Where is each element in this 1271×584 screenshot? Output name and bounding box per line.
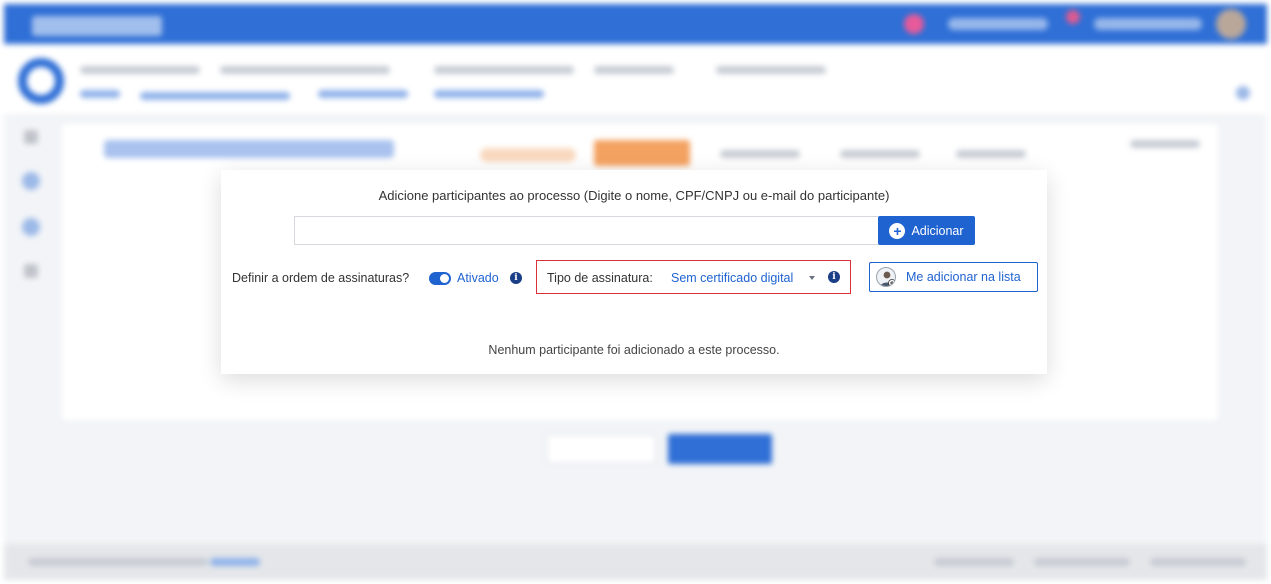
info-icon[interactable]: i bbox=[828, 271, 840, 283]
background-actions bbox=[1130, 140, 1200, 148]
background-topbar-item bbox=[948, 18, 1048, 30]
background-primary-button bbox=[668, 434, 772, 464]
avatar bbox=[1216, 9, 1246, 39]
background-logo-circle bbox=[18, 58, 64, 104]
background-text bbox=[434, 66, 574, 74]
participant-search-input[interactable] bbox=[294, 216, 878, 245]
background-step-active bbox=[594, 140, 690, 166]
background-step bbox=[720, 150, 800, 158]
plus-circle-icon: + bbox=[889, 222, 906, 239]
background-sidebar-icon bbox=[22, 218, 40, 236]
notification-icon bbox=[904, 14, 924, 34]
background-link bbox=[318, 90, 408, 98]
background-text bbox=[716, 66, 826, 74]
signature-order-state: Ativado bbox=[457, 271, 499, 285]
background-text bbox=[220, 66, 390, 74]
background-footer bbox=[4, 544, 1267, 580]
background-sidebar-icon bbox=[24, 264, 38, 278]
background-footer-link bbox=[1034, 558, 1130, 566]
background-footer-link bbox=[210, 558, 260, 566]
background-step bbox=[956, 150, 1026, 158]
background-sidebar-icon bbox=[24, 130, 38, 144]
background-link bbox=[80, 90, 120, 98]
background-footer-text bbox=[28, 558, 208, 566]
background-page-title bbox=[104, 140, 394, 158]
signature-order-toggle[interactable] bbox=[429, 272, 451, 285]
app-logo bbox=[32, 16, 162, 36]
user-add-icon bbox=[876, 267, 896, 287]
background-link bbox=[140, 92, 290, 100]
background-link bbox=[434, 90, 544, 98]
signature-type-select[interactable]: Sem certificado digital bbox=[671, 271, 793, 285]
add-me-button[interactable]: Me adicionar na lista bbox=[869, 262, 1038, 292]
background-user-name bbox=[1094, 18, 1202, 30]
add-me-button-label: Me adicionar na lista bbox=[906, 270, 1021, 284]
background-sidebar-icon bbox=[22, 172, 40, 190]
toggle-knob bbox=[440, 274, 449, 283]
badge-icon bbox=[1066, 10, 1080, 24]
background-topbar bbox=[4, 4, 1267, 44]
background-icon bbox=[1236, 86, 1250, 100]
modal-title: Adicione participantes ao processo (Digi… bbox=[378, 188, 890, 203]
empty-participants-message: Nenhum participante foi adicionado a est… bbox=[488, 343, 780, 357]
signature-order-label: Definir a ordem de assinaturas? bbox=[232, 271, 410, 285]
chevron-down-icon[interactable] bbox=[809, 276, 815, 280]
background-footer-link bbox=[934, 558, 1014, 566]
add-participants-modal: Adicione participantes ao processo (Digi… bbox=[221, 170, 1047, 374]
add-participant-button[interactable]: + Adicionar bbox=[878, 216, 975, 245]
info-icon[interactable]: i bbox=[510, 272, 522, 284]
signature-type-field: Tipo de assinatura: Sem certificado digi… bbox=[536, 260, 851, 294]
add-participant-button-label: Adicionar bbox=[911, 223, 964, 238]
background-text bbox=[80, 66, 200, 74]
background-cancel-button bbox=[546, 434, 656, 464]
background-subheader bbox=[4, 44, 1267, 116]
background-step bbox=[480, 148, 576, 162]
background-footer-link bbox=[1150, 558, 1246, 566]
background-step bbox=[840, 150, 920, 158]
background-text bbox=[594, 66, 674, 74]
signature-type-label: Tipo de assinatura: bbox=[547, 271, 653, 285]
